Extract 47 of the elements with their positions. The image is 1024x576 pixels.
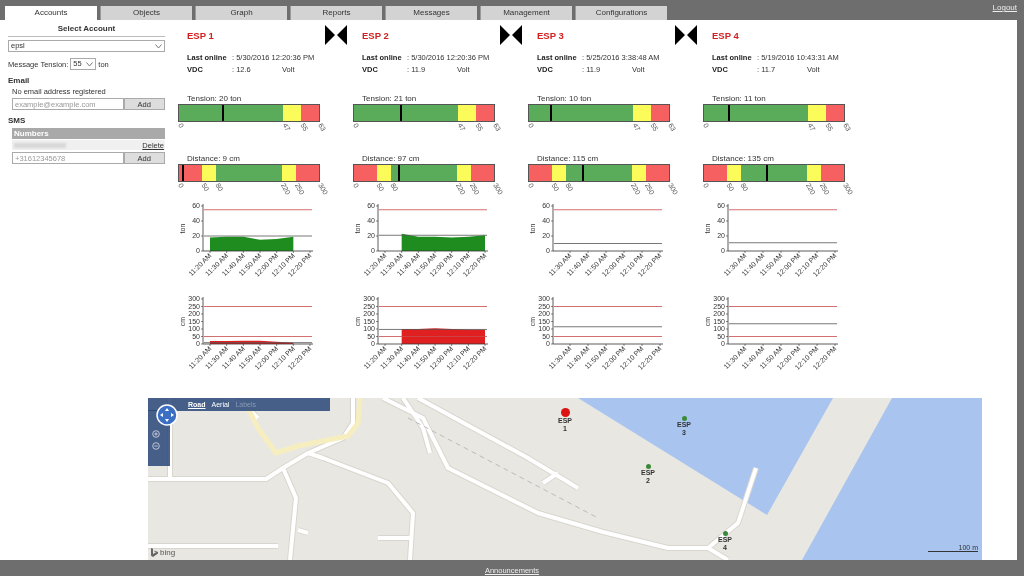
gauge-label: Distance: 115 cm [537, 154, 600, 164]
table-header: Numbers [12, 128, 165, 139]
gauge-label: Distance: 97 cm [362, 154, 421, 164]
gauge-label: Distance: 135 cm [712, 154, 775, 164]
gauge-label: Tension: 21 ton [362, 94, 418, 104]
y-axis [200, 296, 204, 345]
gauge-label: Tension: 10 ton [537, 94, 593, 104]
caret-icon [155, 43, 162, 49]
map-marker-pin[interactable] [681, 416, 687, 421]
y-axis [725, 203, 729, 252]
redacted-number [14, 142, 66, 148]
station-title: ESP 3 [537, 29, 564, 41]
section-heading: Email [8, 76, 31, 85]
y-axis [550, 203, 554, 252]
navigation-compass-icon [156, 404, 178, 426]
tab[interactable]: Reports [290, 6, 382, 20]
tab[interactable]: Objects [100, 6, 192, 20]
tab[interactable]: Accounts [5, 6, 97, 20]
gauge-label: Distance: 9 cm [187, 154, 241, 164]
logout-link[interactable]: Logout [992, 3, 1017, 12]
y-axis [550, 296, 554, 345]
zoom-in-icon [152, 430, 160, 438]
caret-icon [86, 61, 94, 67]
tab[interactable]: Configurations [575, 6, 667, 20]
gauge-label: Tension: 20 ton [187, 94, 243, 104]
gauge-label: Tension: 11 ton [712, 94, 767, 104]
y-axis [200, 203, 204, 252]
station-title: ESP 2 [362, 29, 389, 41]
logo-icon [151, 548, 158, 557]
y-axis [725, 296, 729, 345]
bowtie-icon [500, 25, 522, 45]
station-title: ESP 1 [187, 29, 214, 41]
map-marker-pin[interactable] [722, 531, 728, 536]
panel-heading: Select Account [8, 24, 165, 37]
zoom-out-icon [152, 442, 160, 450]
tab[interactable]: Graph [195, 6, 287, 20]
tab[interactable]: Messages [385, 6, 477, 20]
map-marker-pin[interactable] [560, 408, 570, 417]
section-heading: SMS [8, 116, 27, 125]
station-title: ESP 4 [712, 29, 739, 41]
bowtie-icon [325, 25, 347, 45]
y-axis [375, 296, 379, 345]
bowtie-icon [675, 25, 697, 45]
map-marker-pin[interactable] [645, 464, 651, 469]
logo-text: bing [160, 548, 176, 557]
tab[interactable]: Management [480, 6, 572, 20]
y-axis [375, 203, 379, 252]
